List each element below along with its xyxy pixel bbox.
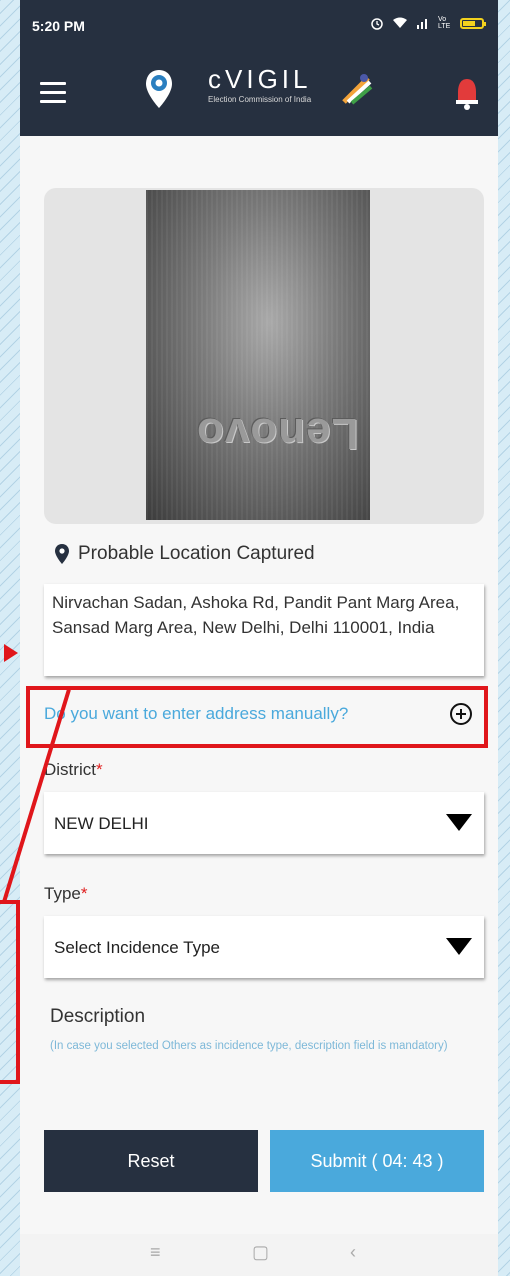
district-label: District*	[44, 760, 103, 780]
battery-icon	[460, 17, 486, 29]
incidence-type-select[interactable]: Select Incidence Type	[44, 916, 484, 978]
status-icons: Vo LTE	[370, 16, 486, 30]
alarm-icon	[371, 18, 383, 30]
captured-photo[interactable]: Lenovo	[146, 190, 370, 520]
location-label-text: Probable Location Captured	[78, 543, 315, 564]
menu-icon[interactable]	[40, 82, 66, 104]
manual-address-toggle[interactable]: Do you want to enter address manually?	[44, 694, 484, 734]
eci-logo-icon	[342, 74, 373, 105]
type-label-text: Type	[44, 884, 81, 903]
volte-icon: Vo LTE	[438, 16, 451, 30]
notification-bell-icon[interactable]	[454, 76, 480, 112]
annotation-arrow-icon	[4, 644, 18, 662]
app-brand: cVIGIL Election Commission of India	[208, 64, 311, 104]
location-label: Probable Location Captured	[54, 543, 315, 565]
location-pin-icon	[55, 544, 69, 564]
recents-nav-icon[interactable]: ≡	[150, 1242, 161, 1263]
submit-button[interactable]: Submit ( 04: 43 )	[270, 1130, 484, 1192]
type-label: Type*	[44, 884, 87, 904]
system-nav-bar: ≡ ▢ ‹	[20, 1234, 498, 1276]
annotation-box-left	[0, 900, 20, 1084]
home-nav-icon[interactable]: ▢	[252, 1242, 269, 1263]
description-label: Description	[50, 1006, 146, 1027]
required-marker: *	[80, 884, 88, 903]
description-note: (In case you selected Others as incidenc…	[50, 1040, 448, 1052]
reset-button[interactable]: Reset	[44, 1130, 258, 1192]
dropdown-arrow-icon	[446, 938, 472, 955]
app-subtitle: Election Commission of India	[208, 95, 312, 104]
address-field[interactable]: Nirvachan Sadan, Ashoka Rd, Pandit Pant …	[44, 584, 484, 676]
photo-logo-text: Lenovo	[196, 409, 359, 458]
signal-icon	[417, 19, 427, 29]
incidence-type-placeholder: Select Incidence Type	[54, 938, 221, 957]
district-value: NEW DELHI	[54, 814, 149, 833]
cvigil-logo-icon	[146, 70, 172, 108]
dropdown-arrow-icon	[446, 814, 472, 831]
status-time: 5:20 PM	[32, 18, 85, 34]
district-label-text: District	[44, 760, 96, 779]
add-circle-icon[interactable]	[450, 703, 472, 725]
status-bar: 5:20 PM Vo LTE	[20, 0, 498, 56]
phone-screen: 5:20 PM Vo LTE cVIGIL Election Commissio…	[20, 0, 498, 1276]
manual-address-prompt: Do you want to enter address manually?	[44, 704, 349, 723]
app-title: cVIGIL	[208, 64, 312, 94]
back-nav-icon[interactable]: ‹	[350, 1242, 356, 1263]
required-marker: *	[95, 760, 103, 779]
district-select[interactable]: NEW DELHI	[44, 792, 484, 854]
app-bar: cVIGIL Election Commission of India	[20, 56, 498, 136]
wifi-icon	[393, 17, 407, 28]
